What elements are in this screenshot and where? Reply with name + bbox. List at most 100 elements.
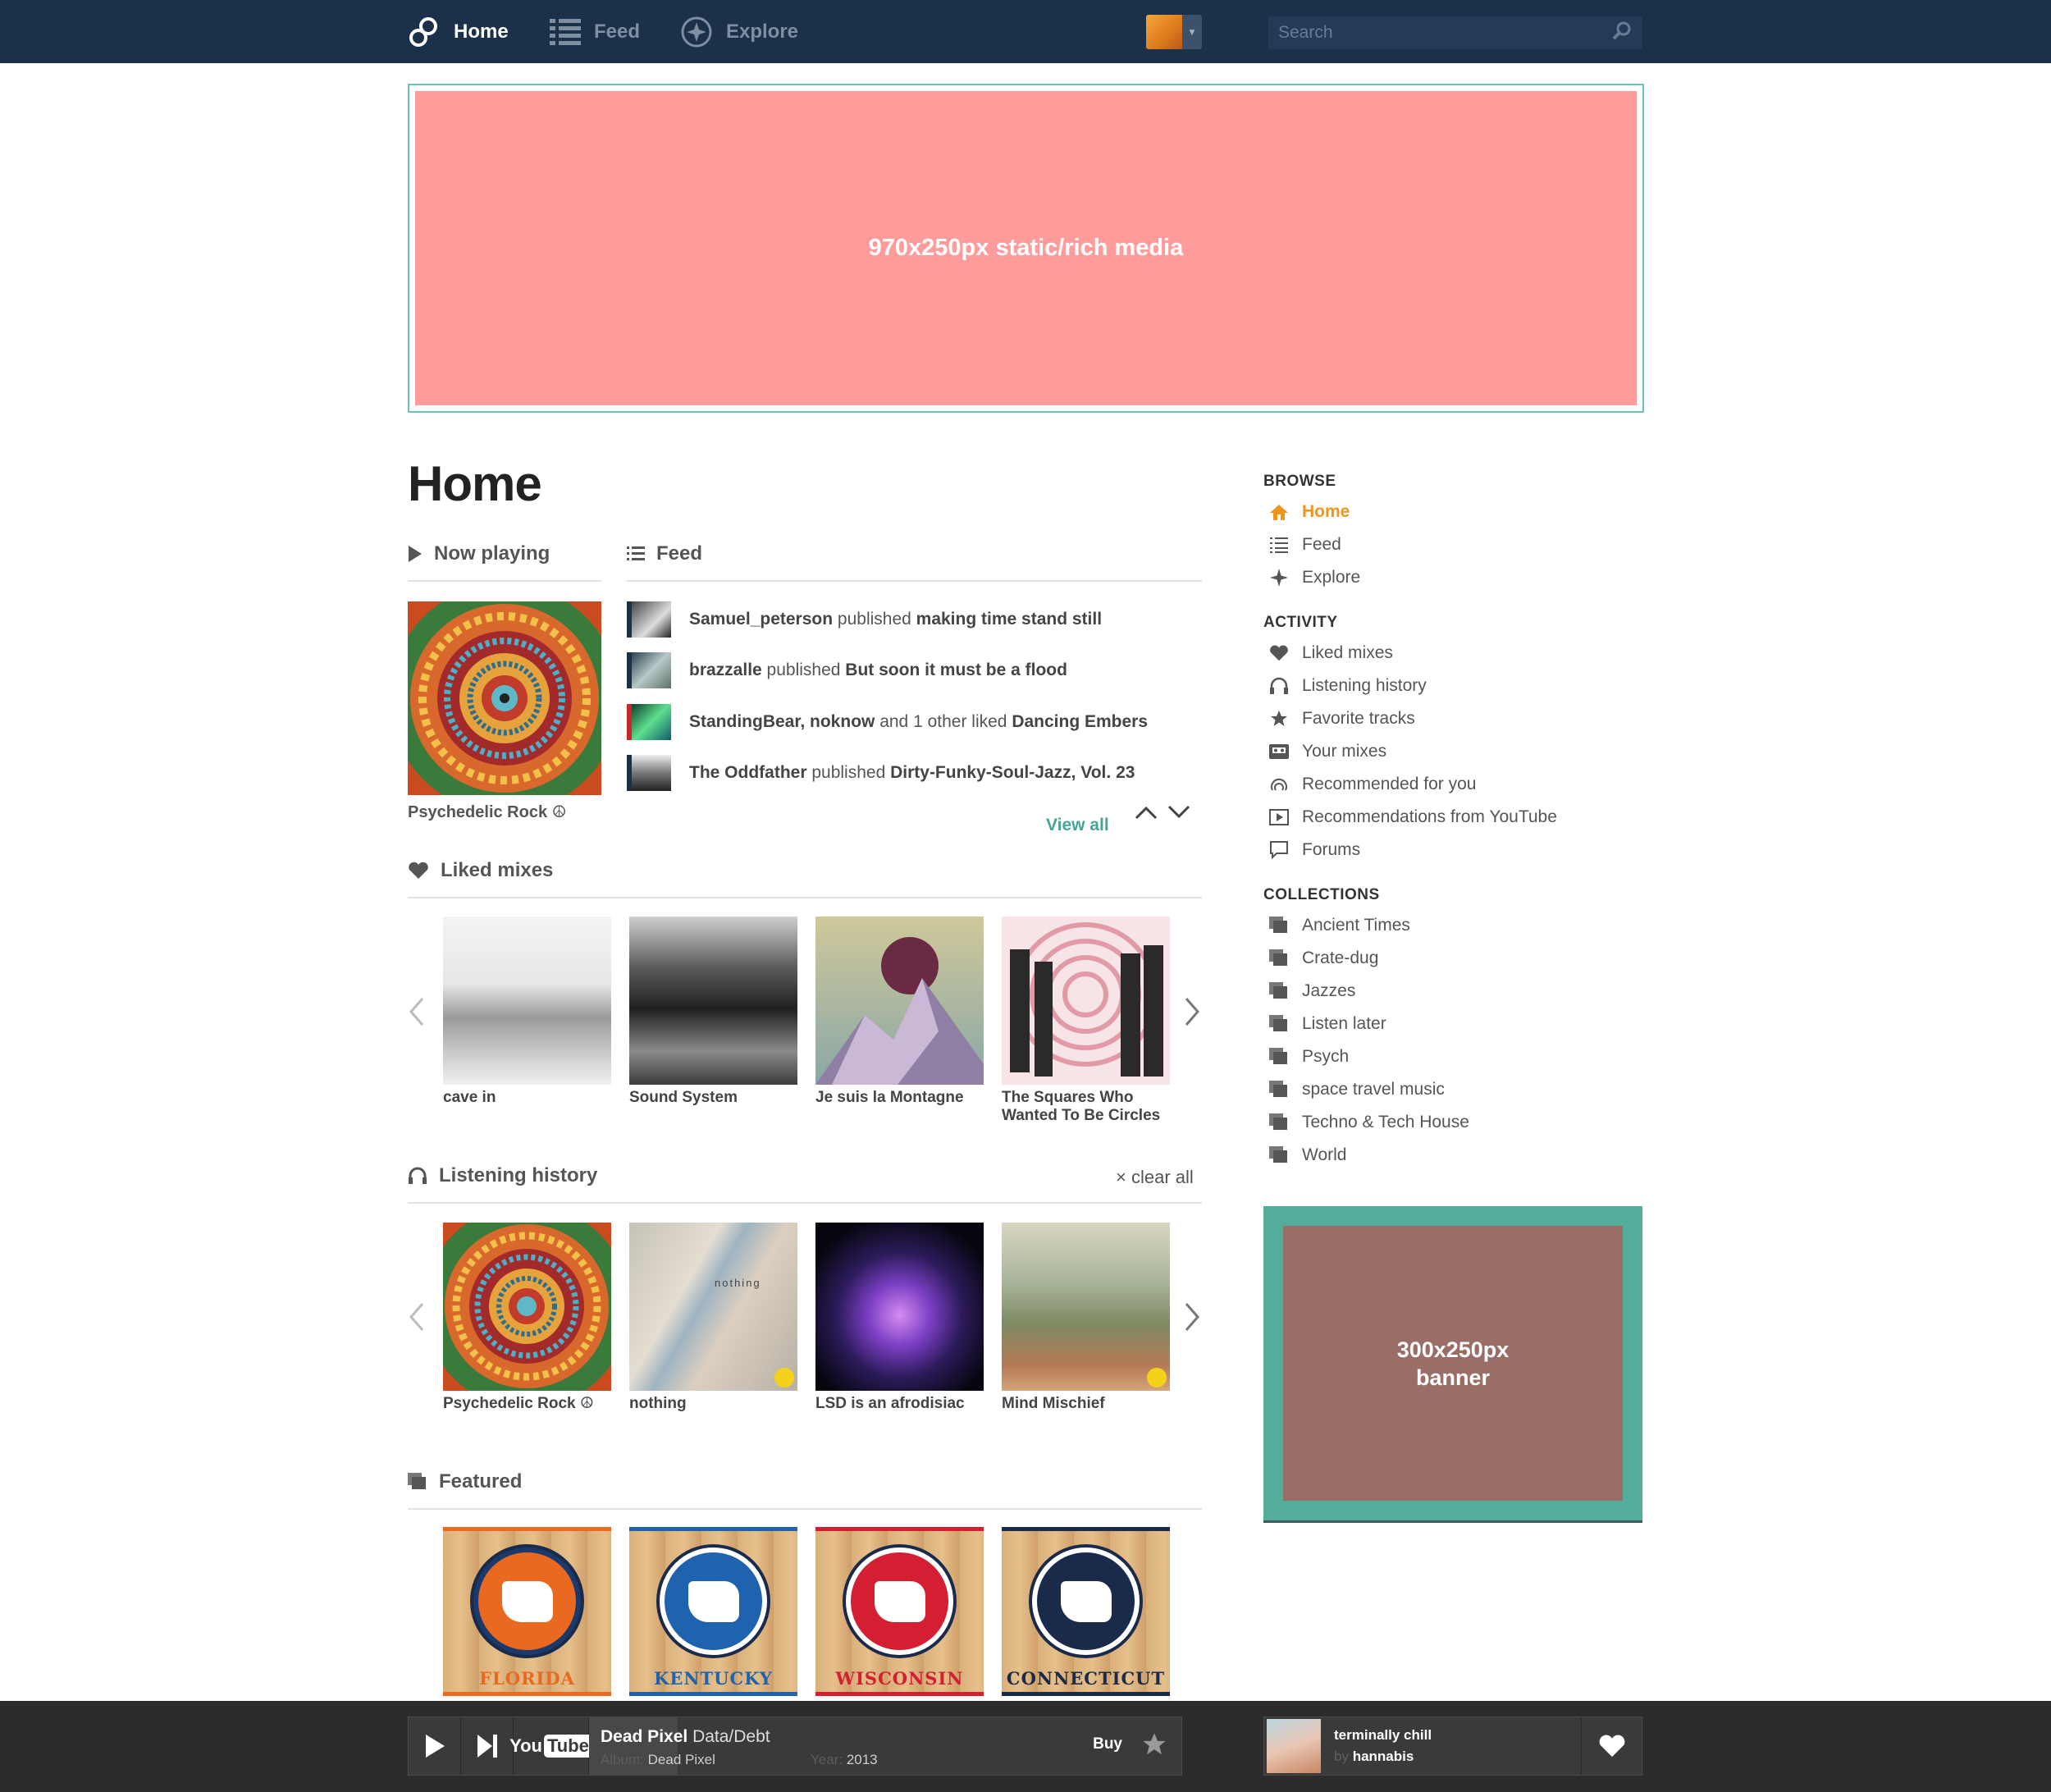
sidebar-item-your-mixes[interactable]: Your mixes	[1269, 742, 1386, 761]
author-name[interactable]: hannabis	[1353, 1749, 1414, 1764]
sidebar-item-collection[interactable]: Ancient Times	[1269, 916, 1410, 935]
feed-item-thumbnail	[627, 601, 671, 638]
feed-item-object[interactable]: Dirty-Funky-Soul-Jazz, Vol. 23	[890, 763, 1135, 783]
carousel-next-icon[interactable]	[1183, 1301, 1201, 1333]
user-menu-button[interactable]: ▼	[1146, 15, 1202, 49]
star-icon	[1269, 710, 1289, 728]
collection-icon	[1269, 982, 1289, 1000]
sidebar-item-label: Home	[1302, 502, 1350, 521]
like-mix-button[interactable]	[1581, 1717, 1642, 1775]
youtube-button[interactable]: You Tube	[509, 1717, 592, 1775]
sidebar-item-favorite-tracks[interactable]: Favorite tracks	[1269, 709, 1415, 729]
sidebar-item-collection[interactable]: Crate-dug	[1269, 949, 1378, 968]
now-playing-cover[interactable]	[390, 583, 619, 813]
leaderboard-ad[interactable]: 970x250px static/rich media	[408, 84, 1644, 413]
top-navbar: Home Feed Explore ▼	[0, 0, 2051, 63]
mix-title[interactable]: Mind Mischief	[1002, 1395, 1174, 1413]
track-artist[interactable]: Data/Debt	[692, 1727, 770, 1746]
sidebar-item-collection[interactable]: Listen later	[1269, 1014, 1386, 1034]
feed-item-object[interactable]: But soon it must be a flood	[845, 661, 1067, 680]
nav-explore[interactable]: Explore	[680, 0, 798, 63]
carousel-prev-icon[interactable]	[408, 995, 426, 1028]
feed-item-actor[interactable]: The Oddfather	[689, 763, 807, 783]
sidebar-item-collection[interactable]: Psych	[1269, 1047, 1349, 1067]
sidebar-item-collection[interactable]: World	[1269, 1145, 1346, 1165]
mix-cover[interactable]	[1002, 1223, 1170, 1391]
search-box[interactable]	[1268, 16, 1642, 49]
sidebar-item-label: Explore	[1302, 568, 1361, 587]
featured-collection[interactable]: CONNECTICUT	[1002, 1527, 1170, 1696]
mix-title[interactable]: cave in	[443, 1089, 615, 1107]
feed-item-object[interactable]: making time stand still	[916, 610, 1102, 629]
divider	[627, 580, 1202, 582]
mix-title[interactable]: nothing	[629, 1395, 802, 1413]
sidebar-item-collection[interactable]: Techno & Tech House	[1269, 1113, 1469, 1132]
mix-title[interactable]: Je suis la Montagne	[815, 1089, 988, 1107]
featured-heading: Featured	[408, 1470, 522, 1493]
feed-item-actor[interactable]: brazzalle	[689, 661, 762, 680]
nav-feed[interactable]: Feed	[550, 0, 640, 63]
mix-title[interactable]: Sound System	[629, 1089, 802, 1107]
side-banner-ad[interactable]: 300x250px banner	[1263, 1206, 1642, 1523]
sidebar-item-listening-history[interactable]: Listening history	[1269, 676, 1427, 696]
compass-icon	[680, 16, 713, 48]
featured-collection[interactable]: WISCONSIN	[815, 1527, 984, 1696]
chevron-down-icon[interactable]	[1167, 804, 1191, 825]
mix-title[interactable]: LSD is an afrodisiac	[815, 1395, 988, 1413]
mix-cover[interactable]: nothing	[629, 1223, 797, 1391]
mix-cover[interactable]	[815, 1223, 984, 1391]
chevron-up-icon[interactable]	[1134, 804, 1158, 825]
sidebar-item-home[interactable]: Home	[1269, 502, 1350, 522]
skip-button[interactable]	[461, 1717, 514, 1775]
sidebar-item-label: space travel music	[1302, 1080, 1445, 1099]
current-mix-title[interactable]: terminally chill	[1334, 1727, 1581, 1744]
mix-cover[interactable]	[629, 917, 797, 1085]
current-mix: terminally chill by hannabis	[1263, 1717, 1642, 1776]
mix-title[interactable]: The Squares Who Wanted To Be Circles	[1002, 1089, 1174, 1125]
mix-cover[interactable]	[1002, 917, 1170, 1085]
nav-home[interactable]: Home	[408, 0, 509, 63]
carousel-prev-icon[interactable]	[408, 1301, 426, 1333]
sidebar-item-forums[interactable]: Forums	[1269, 840, 1360, 860]
album-value: Dead Pixel	[647, 1752, 715, 1767]
feed-item[interactable]: StandingBear, noknow and 1 other liked D…	[627, 702, 1148, 742]
feed-item[interactable]: Samuel_peterson published making time st…	[627, 600, 1102, 639]
state-silhouette-icon	[1060, 1580, 1112, 1622]
mix-cover[interactable]	[815, 917, 984, 1085]
sidebar-item-label: Psych	[1302, 1047, 1350, 1066]
activity-heading: ACTIVITY	[1263, 614, 1338, 631]
feed-item[interactable]: brazzalle published But soon it must be …	[627, 651, 1067, 690]
8tracks-logo-icon	[408, 16, 441, 48]
view-all-link[interactable]: View all	[1046, 816, 1109, 835]
current-mix-author: by hannabis	[1334, 1749, 1581, 1765]
sidebar-item-youtube-recommendations[interactable]: Recommendations from YouTube	[1269, 807, 1557, 827]
sidebar-item-label: Ancient Times	[1302, 916, 1410, 935]
sidebar-item-recommended[interactable]: Recommended for you	[1269, 775, 1476, 794]
track-title[interactable]: Dead Pixel	[601, 1727, 687, 1746]
clear-all-button[interactable]: × clear all	[1116, 1167, 1194, 1188]
feed-item-actor[interactable]: Samuel_peterson	[689, 610, 833, 629]
buy-button[interactable]: Buy	[1093, 1735, 1122, 1753]
play-button[interactable]	[409, 1717, 461, 1775]
sidebar-item-explore[interactable]: Explore	[1269, 568, 1360, 587]
featured-collection[interactable]: FLORIDA	[443, 1527, 611, 1696]
favorite-star-icon[interactable]	[1142, 1732, 1167, 1761]
sidebar-item-liked-mixes[interactable]: Liked mixes	[1269, 643, 1393, 663]
sidebar-item-collection[interactable]: space travel music	[1269, 1080, 1445, 1099]
search-icon[interactable]	[1611, 21, 1633, 46]
search-input[interactable]	[1278, 23, 1611, 43]
mix-cover[interactable]	[424, 1204, 629, 1409]
list-icon	[1269, 537, 1289, 553]
feed-item[interactable]: The Oddfather published Dirty-Funky-Soul…	[627, 753, 1135, 793]
now-playing-caption[interactable]: Psychedelic Rock ☮	[408, 802, 567, 822]
sidebar-item-feed[interactable]: Feed	[1269, 535, 1341, 555]
mix-title[interactable]: Psychedelic Rock ☮	[443, 1395, 615, 1413]
mix-cover[interactable]	[443, 917, 611, 1085]
feed-item-object[interactable]: Dancing Embers	[1012, 712, 1148, 732]
play-icon	[425, 1735, 445, 1758]
current-mix-cover[interactable]	[1267, 1719, 1321, 1773]
featured-collection[interactable]: KENTUCKY	[629, 1527, 797, 1696]
feed-item-actor[interactable]: StandingBear, noknow	[689, 712, 875, 732]
sidebar-item-collection[interactable]: Jazzes	[1269, 981, 1355, 1001]
carousel-next-icon[interactable]	[1183, 995, 1201, 1028]
